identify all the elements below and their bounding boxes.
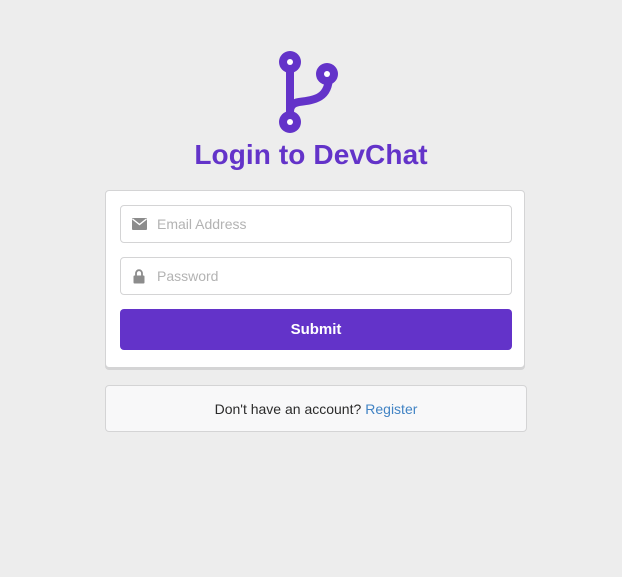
password-field[interactable] (120, 257, 512, 295)
submit-button[interactable]: Submit (120, 309, 512, 350)
email-field[interactable] (120, 205, 512, 243)
login-header: Login to DevChat (0, 46, 622, 172)
password-input[interactable] (157, 258, 497, 294)
login-page: Login to DevChat Submit Don't have (0, 0, 622, 577)
login-form: Submit (105, 190, 525, 368)
register-prompt: Don't have an account? (214, 400, 362, 417)
register-link[interactable]: Register (365, 401, 417, 417)
email-input[interactable] (157, 206, 497, 242)
page-title: Login to DevChat (194, 139, 428, 170)
mail-icon (131, 216, 147, 232)
register-message: Don't have an account? Register (105, 385, 527, 432)
code-branch-icon (279, 51, 338, 133)
lock-icon (131, 268, 147, 284)
